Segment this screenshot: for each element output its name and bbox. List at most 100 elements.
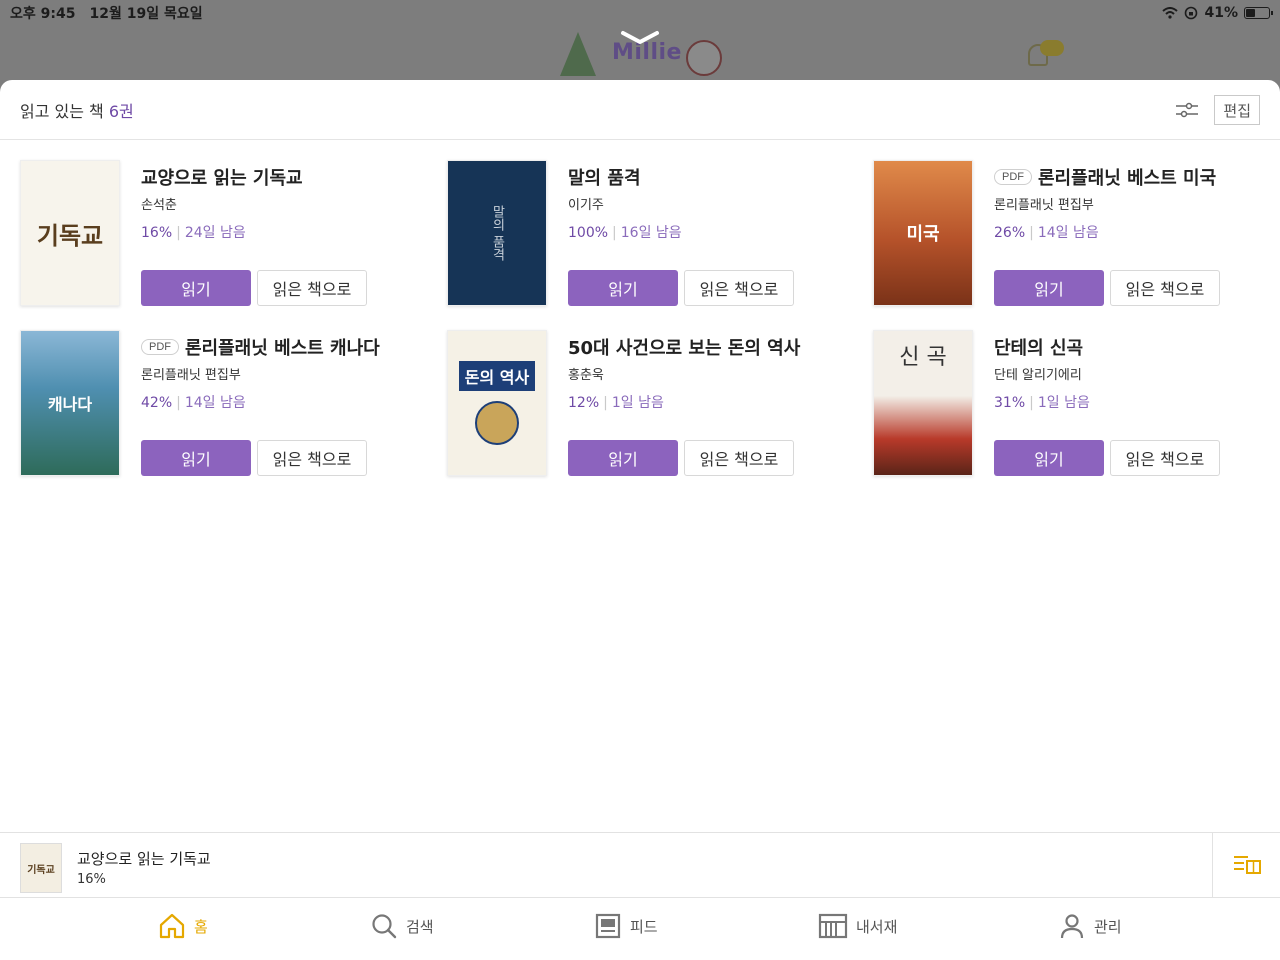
book-author: 홍춘욱 <box>568 368 604 383</box>
progress-percent: 42% <box>141 395 173 411</box>
book-card: 캐나다 PDF 론리플래닛 베스트 캐나다 론리플래닛 편집부 42% | 14일 남… <box>20 330 430 490</box>
sheet-title: 읽고 있는 책 6권 <box>20 98 134 122</box>
book-card: 말의 품격 말의 품격 이기주 100% | 16일 남음 읽기 읽은 책으로 <box>447 160 857 320</box>
mark-finished-button[interactable]: 읽은 책으로 <box>257 270 367 306</box>
book-cover[interactable]: 말의 품격 <box>447 160 547 306</box>
days-remaining: 16일 남음 <box>620 225 682 241</box>
status-date: 12월 19일 목요일 <box>89 6 203 22</box>
read-button[interactable]: 읽기 <box>141 440 251 476</box>
mark-finished-button[interactable]: 읽은 책으로 <box>684 440 794 476</box>
tab-library[interactable]: 내서재 <box>818 912 897 940</box>
book-title[interactable]: 론리플래닛 베스트 미국 <box>1038 164 1216 190</box>
book-author: 단테 알리기에리 <box>994 368 1082 383</box>
book-title[interactable]: 단테의 신곡 <box>994 334 1083 360</box>
tab-search[interactable]: 검색 <box>370 912 434 940</box>
book-progress: 31% | 1일 남음 <box>994 395 1090 411</box>
book-title[interactable]: 론리플래닛 베스트 캐나다 <box>185 334 380 360</box>
tab-label: 피드 <box>630 917 658 936</box>
book-progress: 42% | 14일 남음 <box>141 395 246 411</box>
days-remaining: 24일 남음 <box>184 225 246 241</box>
status-bar: 오후 9:45 12월 19일 목요일 41% <box>0 0 1280 26</box>
now-reading-cover[interactable]: 기독교 <box>20 843 62 893</box>
now-reading-bar[interactable]: 기독교 교양으로 읽는 기독교 16% <box>0 832 1280 898</box>
search-icon <box>372 914 397 939</box>
book-title[interactable]: 교양으로 읽는 기독교 <box>141 164 303 190</box>
cover-title: 돈의 역사 <box>458 361 536 391</box>
book-progress: 16% | 24일 남음 <box>141 225 246 241</box>
days-remaining: 14일 남음 <box>1037 225 1099 241</box>
tab-label: 홈 <box>194 917 208 936</box>
days-remaining: 1일 남음 <box>611 395 664 411</box>
mark-finished-button[interactable]: 읽은 책으로 <box>1110 440 1220 476</box>
cover-title: 기독교 <box>36 221 104 250</box>
mark-finished-button[interactable]: 읽은 책으로 <box>1110 270 1220 306</box>
filter-icon[interactable] <box>1174 98 1200 122</box>
tab-label: 검색 <box>406 917 434 936</box>
christmas-tree-icon <box>560 32 596 76</box>
progress-percent: 31% <box>994 395 1026 411</box>
chevron-down-icon[interactable] <box>620 30 660 46</box>
book-card: 돈의 역사 50대 사건으로 보는 돈의 역사 홍춘욱 12% | 1일 남음 읽기… <box>447 330 857 490</box>
book-count: 6권 <box>108 101 134 121</box>
book-cover[interactable]: 미국 <box>873 160 973 306</box>
tab-bar: 홈 검색 피드 내서재 관리 <box>0 898 1280 960</box>
battery-percent: 41% <box>1204 5 1238 21</box>
book-cover[interactable]: 신 곡 <box>873 330 973 476</box>
now-reading-progress: 16% <box>77 872 106 887</box>
book-card: 미국 PDF 론리플래닛 베스트 미국 론리플래닛 편집부 26% | 14일 남음 … <box>873 160 1280 320</box>
read-button[interactable]: 읽기 <box>568 440 678 476</box>
tab-feed[interactable]: 피드 <box>594 912 658 940</box>
notification-badge <box>1040 40 1064 56</box>
tab-profile[interactable]: 관리 <box>1058 912 1122 940</box>
tab-label: 내서재 <box>856 917 898 936</box>
edit-button[interactable]: 편집 <box>1214 94 1260 125</box>
book-progress: 12% | 1일 남음 <box>568 395 664 411</box>
book-cover[interactable]: 기독교 <box>20 160 120 306</box>
battery-icon <box>1244 7 1273 19</box>
book-progress: 100% | 16일 남음 <box>568 225 682 241</box>
book-progress: 26% | 14일 남음 <box>994 225 1099 241</box>
sheet-header: 읽고 있는 책 6권 편집 <box>0 80 1280 140</box>
snowman-icon <box>686 40 722 76</box>
mark-finished-button[interactable]: 읽은 책으로 <box>684 270 794 306</box>
mark-finished-button[interactable]: 읽은 책으로 <box>257 440 367 476</box>
cover-title: 신 곡 <box>899 345 947 370</box>
cover-title: 미국 <box>906 224 940 245</box>
profile-icon <box>1060 914 1084 939</box>
days-remaining: 14일 남음 <box>184 395 246 411</box>
cover-title: 캐나다 <box>47 395 93 414</box>
book-author: 론리플래닛 편집부 <box>994 198 1094 213</box>
book-cover[interactable]: 캐나다 <box>20 330 120 476</box>
progress-percent: 26% <box>994 225 1026 241</box>
reading-list-icon[interactable] <box>1212 833 1280 897</box>
book-cover[interactable]: 돈의 역사 <box>447 330 547 476</box>
book-card: 기독교 교양으로 읽는 기독교 손석춘 16% | 24일 남음 읽기 읽은 책으로 <box>20 160 430 320</box>
feed-icon <box>595 913 621 939</box>
read-button[interactable]: 읽기 <box>568 270 678 306</box>
book-title[interactable]: 50대 사건으로 보는 돈의 역사 <box>568 334 800 360</box>
book-title[interactable]: 말의 품격 <box>568 164 641 190</box>
book-author: 이기주 <box>568 198 604 213</box>
library-icon <box>818 913 848 939</box>
reading-sheet: 읽고 있는 책 6권 편집 기독교 교양으로 읽는 기독교 손석춘 16% | 24… <box>0 80 1280 960</box>
now-reading-title[interactable]: 교양으로 읽는 기독교 <box>77 848 211 869</box>
progress-percent: 100% <box>568 225 609 241</box>
days-remaining: 1일 남음 <box>1037 395 1090 411</box>
pdf-badge: PDF <box>141 339 179 355</box>
book-card: 신 곡 단테의 신곡 단테 알리기에리 31% | 1일 남음 읽기 읽은 책으로 <box>873 330 1280 490</box>
tab-label: 관리 <box>1094 917 1122 936</box>
read-button[interactable]: 읽기 <box>141 270 251 306</box>
home-icon <box>159 913 185 939</box>
coin-icon <box>475 401 519 445</box>
cover-title: 말의 품격 <box>489 204 505 262</box>
book-author: 론리플래닛 편집부 <box>141 368 241 383</box>
progress-percent: 12% <box>568 395 600 411</box>
status-time: 오후 9:45 <box>10 6 76 22</box>
read-button[interactable]: 읽기 <box>994 270 1104 306</box>
tab-home[interactable]: 홈 <box>158 912 208 940</box>
read-button[interactable]: 읽기 <box>994 440 1104 476</box>
orientation-lock-icon <box>1185 6 1198 20</box>
pdf-badge: PDF <box>994 169 1032 185</box>
book-author: 손석춘 <box>141 198 177 213</box>
sheet-title-label: 읽고 있는 책 <box>20 101 104 121</box>
